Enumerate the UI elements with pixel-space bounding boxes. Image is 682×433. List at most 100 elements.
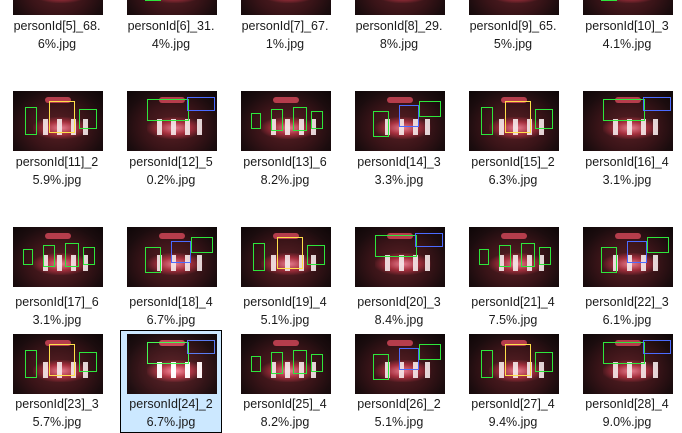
file-name-line-1: personId[13]_6 bbox=[243, 155, 327, 169]
file-item[interactable]: personId[8]_29. 8%.jpg bbox=[348, 0, 450, 53]
file-thumbnail bbox=[355, 91, 445, 151]
file-item[interactable]: personId[17]_6 3.1%.jpg bbox=[6, 226, 108, 329]
file-name: personId[16]_4 3.1%.jpg bbox=[577, 153, 677, 189]
file-thumbnail bbox=[241, 0, 331, 15]
file-name: personId[27]_4 9.4%.jpg bbox=[463, 395, 563, 431]
file-item[interactable]: personId[12]_5 0.2%.jpg bbox=[120, 90, 222, 188]
file-name: personId[25]_4 8.2%.jpg bbox=[235, 395, 335, 431]
file-name: personId[14]_3 3.3%.jpg bbox=[349, 153, 449, 189]
file-item[interactable]: personId[27]_4 9.4%.jpg bbox=[462, 330, 564, 433]
file-name: personId[17]_6 3.1%.jpg bbox=[7, 293, 107, 329]
file-name: personId[21]_4 7.5%.jpg bbox=[463, 293, 563, 329]
file-name-line-1: personId[14]_3 bbox=[357, 155, 441, 169]
file-name: personId[26]_2 5.1%.jpg bbox=[349, 395, 449, 431]
file-item[interactable]: personId[6]_31. 4%.jpg bbox=[120, 0, 222, 53]
file-name-line-2: 0.2%.jpg bbox=[146, 173, 196, 187]
file-thumbnail bbox=[355, 334, 445, 394]
file-item[interactable]: personId[23]_3 5.7%.jpg bbox=[6, 330, 108, 433]
file-name-line-2: 6.7%.jpg bbox=[146, 313, 196, 327]
file-name-line-1: personId[6]_31. bbox=[127, 19, 215, 33]
file-item[interactable]: personId[25]_4 8.2%.jpg bbox=[234, 330, 336, 433]
file-item[interactable]: personId[11]_2 5.9%.jpg bbox=[6, 90, 108, 188]
file-item[interactable]: personId[19]_4 5.1%.jpg bbox=[234, 226, 336, 329]
file-name-line-1: personId[23]_3 bbox=[15, 397, 99, 411]
file-name: personId[18]_4 6.7%.jpg bbox=[121, 293, 221, 329]
file-name: personId[8]_29. 8%.jpg bbox=[349, 17, 449, 53]
file-name-line-2: 6.1%.jpg bbox=[602, 313, 652, 327]
file-thumbnail bbox=[127, 0, 217, 15]
file-name-line-1: personId[12]_5 bbox=[129, 155, 213, 169]
file-name-line-2: 8.2%.jpg bbox=[260, 173, 310, 187]
file-name-line-1: personId[8]_29. bbox=[355, 19, 443, 33]
file-thumbnail bbox=[241, 227, 331, 287]
file-name: personId[9]_65. 5%.jpg bbox=[463, 17, 563, 53]
file-item[interactable]: personId[24]_2 6.7%.jpg bbox=[120, 330, 222, 433]
file-name: personId[6]_31. 4%.jpg bbox=[121, 17, 221, 53]
file-thumbnail bbox=[469, 0, 559, 15]
file-name-line-2: 5.7%.jpg bbox=[32, 415, 82, 429]
file-item[interactable]: personId[15]_2 6.3%.jpg bbox=[462, 90, 564, 188]
file-thumbnail bbox=[127, 91, 217, 151]
file-item[interactable]: personId[9]_65. 5%.jpg bbox=[462, 0, 564, 53]
file-thumbnail bbox=[469, 91, 559, 151]
file-thumbnail bbox=[241, 334, 331, 394]
file-name: personId[5]_68. 6%.jpg bbox=[7, 17, 107, 53]
file-name-line-2: 3.3%.jpg bbox=[374, 173, 424, 187]
file-item[interactable]: personId[18]_4 6.7%.jpg bbox=[120, 226, 222, 329]
file-name-line-1: personId[17]_6 bbox=[15, 295, 99, 309]
file-name-line-1: personId[16]_4 bbox=[585, 155, 669, 169]
file-item[interactable]: personId[10]_3 4.1%.jpg bbox=[576, 0, 678, 53]
file-name-line-1: personId[7]_67. bbox=[241, 19, 329, 33]
file-name-line-1: personId[15]_2 bbox=[471, 155, 555, 169]
file-name-line-2: 4.1%.jpg bbox=[602, 37, 652, 51]
file-name-line-2: 9.0%.jpg bbox=[602, 415, 652, 429]
file-item[interactable]: personId[13]_6 8.2%.jpg bbox=[234, 90, 336, 188]
file-thumbnail bbox=[13, 0, 103, 15]
file-item[interactable]: personId[28]_4 9.0%.jpg bbox=[576, 330, 678, 433]
file-thumbnail bbox=[127, 227, 217, 287]
file-item[interactable]: personId[26]_2 5.1%.jpg bbox=[348, 330, 450, 433]
file-name: personId[22]_3 6.1%.jpg bbox=[577, 293, 677, 329]
file-name-line-1: personId[11]_2 bbox=[15, 155, 99, 169]
file-name: personId[20]_3 8.4%.jpg bbox=[349, 293, 449, 329]
file-item[interactable]: personId[5]_68. 6%.jpg bbox=[6, 0, 108, 53]
file-item[interactable]: personId[20]_3 8.4%.jpg bbox=[348, 226, 450, 329]
file-name-line-1: personId[9]_65. bbox=[469, 19, 557, 33]
file-name-line-1: personId[25]_4 bbox=[243, 397, 327, 411]
file-thumbnail bbox=[241, 91, 331, 151]
file-thumbnail bbox=[13, 334, 103, 394]
file-name-line-1: personId[27]_4 bbox=[471, 397, 555, 411]
file-name: personId[11]_2 5.9%.jpg bbox=[7, 153, 107, 189]
file-thumbnail-grid: personId[5]_68. 6%.jpg personId[6]_31. 4%.j… bbox=[0, 0, 682, 433]
file-name-line-1: personId[10]_3 bbox=[585, 19, 669, 33]
file-name: personId[19]_4 5.1%.jpg bbox=[235, 293, 335, 329]
file-thumbnail bbox=[583, 0, 673, 15]
file-name-line-1: personId[5]_68. bbox=[13, 19, 101, 33]
file-item[interactable]: personId[14]_3 3.3%.jpg bbox=[348, 90, 450, 188]
file-name-line-2: 8%.jpg bbox=[379, 37, 419, 51]
file-name-line-2: 5.1%.jpg bbox=[374, 415, 424, 429]
file-name-line-1: personId[26]_2 bbox=[357, 397, 441, 411]
file-name: personId[28]_4 9.0%.jpg bbox=[577, 395, 677, 431]
file-name-line-2: 6.3%.jpg bbox=[488, 173, 538, 187]
file-name-line-2: 9.4%.jpg bbox=[488, 415, 538, 429]
file-name: personId[10]_3 4.1%.jpg bbox=[577, 17, 677, 53]
file-name-line-1: personId[18]_4 bbox=[129, 295, 213, 309]
file-name-line-2: 8.4%.jpg bbox=[374, 313, 424, 327]
file-name-line-1: personId[22]_3 bbox=[585, 295, 669, 309]
file-name-line-1: personId[20]_3 bbox=[357, 295, 441, 309]
file-thumbnail bbox=[469, 227, 559, 287]
file-thumbnail bbox=[355, 227, 445, 287]
file-item[interactable]: personId[7]_67. 1%.jpg bbox=[234, 0, 336, 51]
file-item[interactable]: personId[21]_4 7.5%.jpg bbox=[462, 226, 564, 329]
file-thumbnail bbox=[583, 334, 673, 394]
file-name-line-2: 6.7%.jpg bbox=[146, 415, 196, 429]
file-name-line-2: 6%.jpg bbox=[37, 37, 77, 51]
file-thumbnail bbox=[583, 227, 673, 287]
file-name-line-2: 4%.jpg bbox=[151, 37, 191, 51]
file-item[interactable]: personId[22]_3 6.1%.jpg bbox=[576, 226, 678, 329]
file-name-line-2: 7.5%.jpg bbox=[488, 313, 538, 327]
file-name-line-1: personId[28]_4 bbox=[585, 397, 669, 411]
file-name-line-2: 5.9%.jpg bbox=[32, 173, 82, 187]
file-item[interactable]: personId[16]_4 3.1%.jpg bbox=[576, 90, 678, 188]
